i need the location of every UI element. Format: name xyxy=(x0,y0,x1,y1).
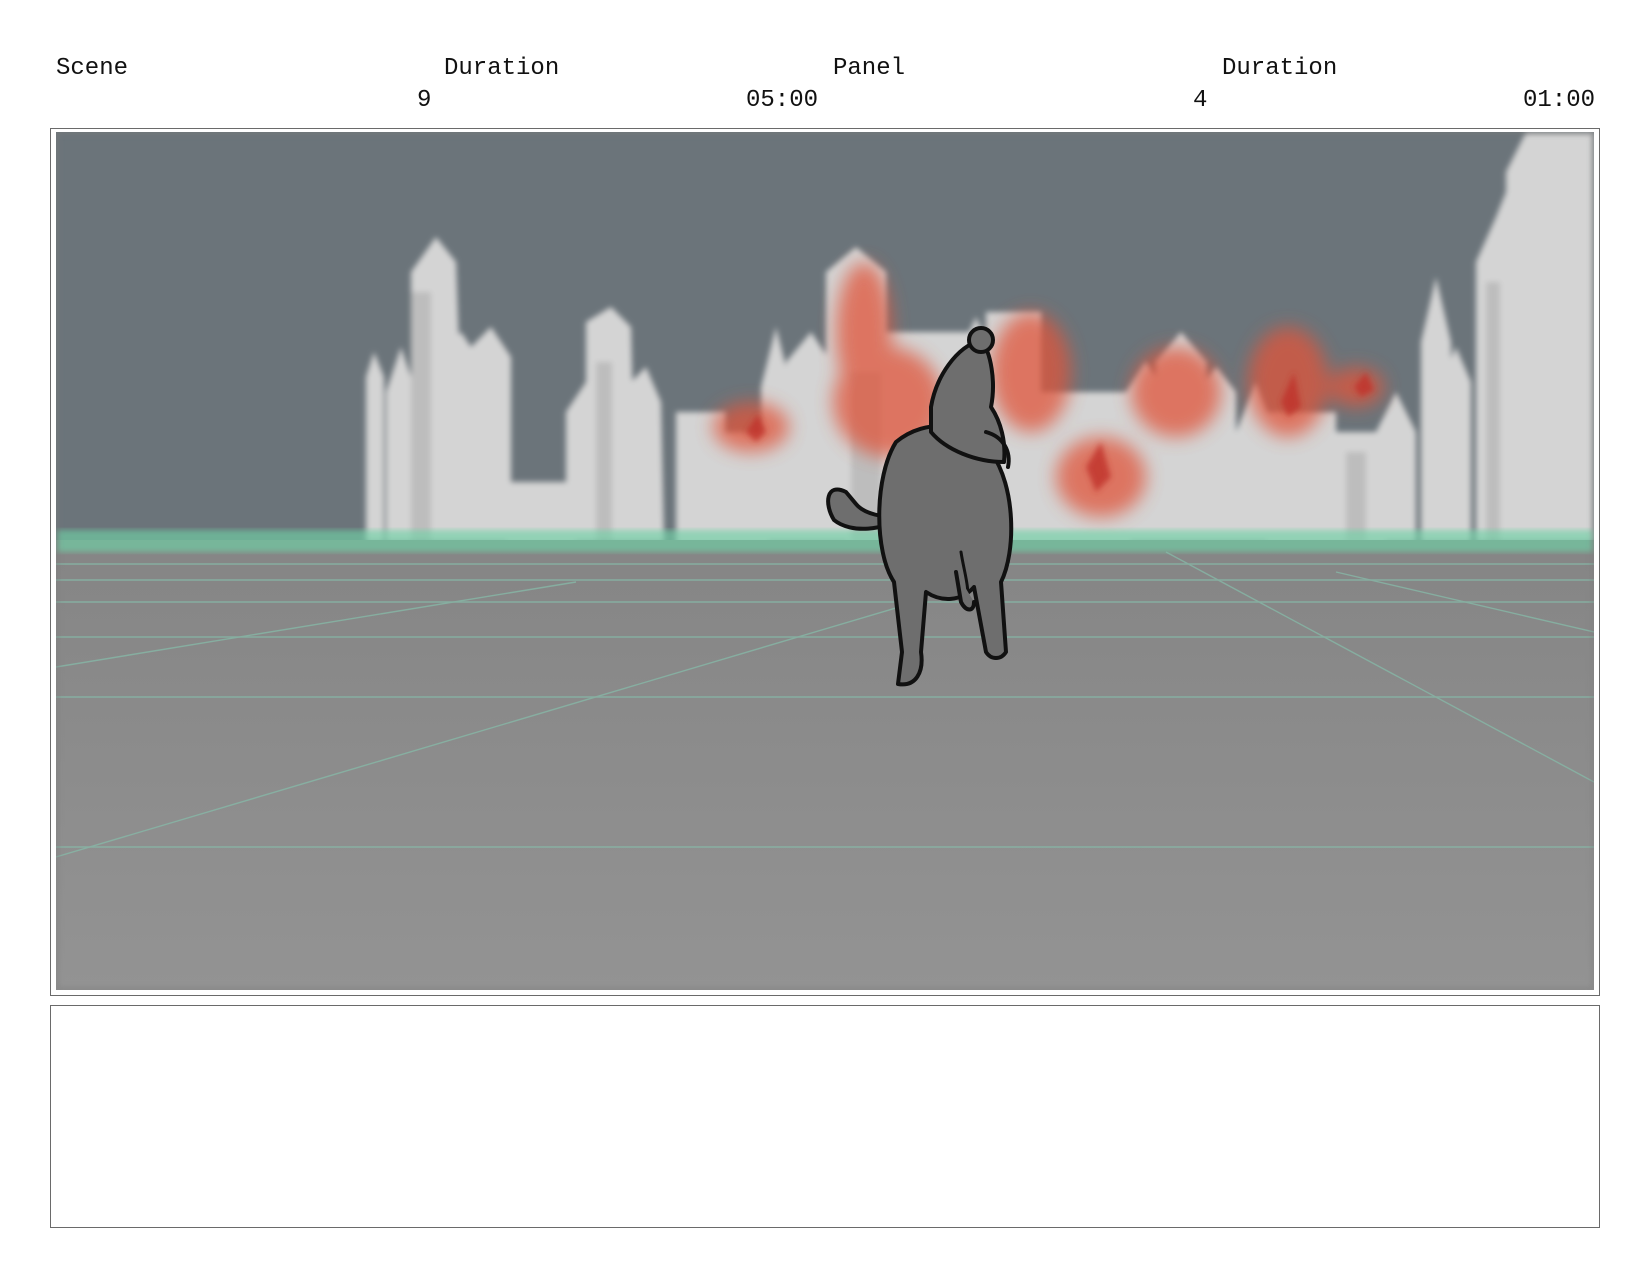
ground-plane xyxy=(56,540,1594,990)
panel-notes-box[interactable] xyxy=(50,1005,1600,1228)
horizon-glow xyxy=(56,530,1594,552)
panel-artwork xyxy=(56,132,1594,990)
scene-duration-value: 05:00 xyxy=(746,87,819,114)
storyboard-panel-frame xyxy=(50,128,1600,996)
scene-duration-label: Duration xyxy=(444,55,560,82)
panel-notes-text xyxy=(51,1006,1599,1026)
scene-number: 9 xyxy=(417,87,432,114)
panel-duration-value: 01:00 xyxy=(1523,87,1596,114)
panel-number: 4 xyxy=(1193,87,1208,114)
panel-label: Panel xyxy=(833,55,906,82)
scene-label: Scene xyxy=(56,55,129,82)
panel-duration-label: Duration xyxy=(1222,55,1338,82)
